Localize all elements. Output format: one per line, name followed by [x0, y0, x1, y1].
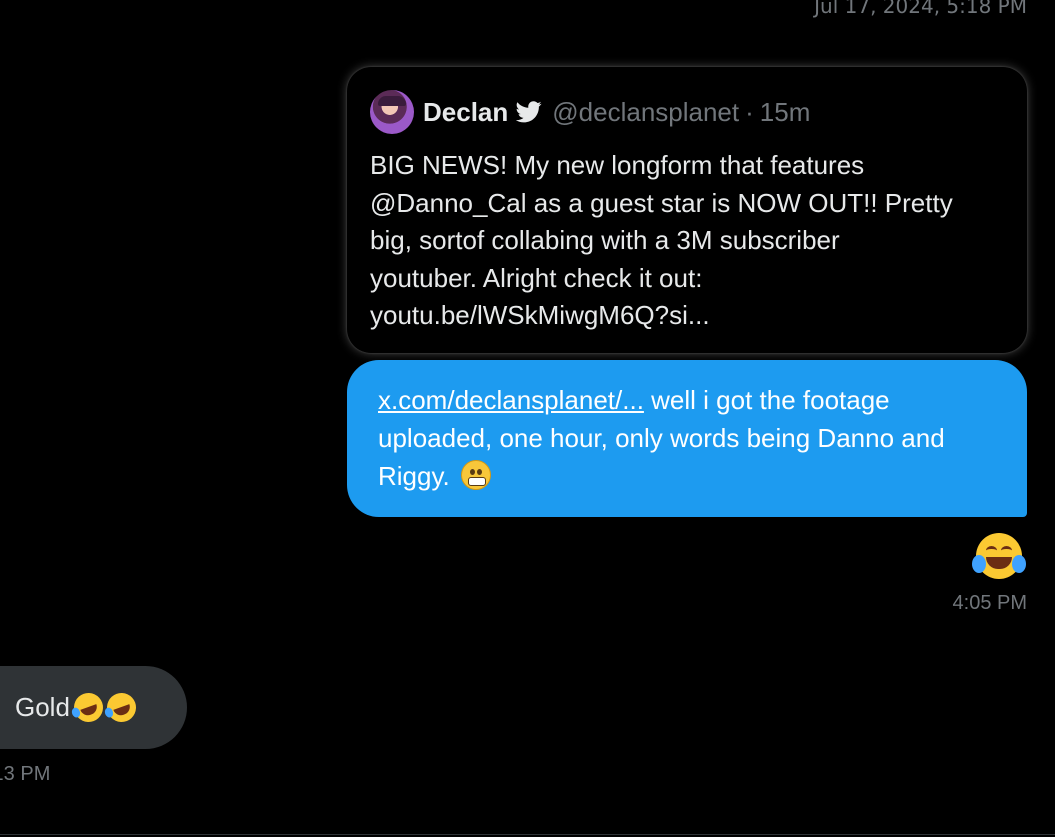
rolling-laughing-emoji-icon	[69, 688, 108, 727]
composer-divider	[0, 834, 1055, 835]
separator-dot: ·	[745, 96, 754, 127]
post-link[interactable]: x.com/declansplanet/...	[378, 385, 644, 415]
grimacing-face-emoji-icon	[461, 460, 491, 490]
message-reaction[interactable]	[972, 533, 1026, 579]
author-handle: @declansplanet	[552, 96, 740, 127]
quoted-post-text: BIG NEWS! My new longform that features …	[370, 150, 953, 330]
quoted-post-header: Declan @declansplanet · 15m	[370, 89, 1005, 135]
twitter-bird-icon	[516, 101, 542, 123]
post-age: 15m	[759, 96, 811, 127]
date-timestamp: Jul 17, 2024, 5:18 PM	[814, 0, 1027, 18]
rolling-laughing-emoji-icon	[102, 688, 141, 727]
quoted-post-card[interactable]: Declan @declansplanet · 15m BIG NEWS! My…	[347, 67, 1027, 353]
received-message-text: Gold	[15, 692, 70, 722]
tears-of-joy-emoji-icon	[972, 533, 1026, 579]
sent-message-bubble[interactable]: x.com/declansplanet/... well i got the f…	[347, 360, 1027, 517]
avatar[interactable]	[370, 90, 414, 134]
received-message-bubble[interactable]: Gold	[0, 666, 187, 749]
sent-message-time: 4:05 PM	[952, 592, 1027, 614]
dm-conversation: Jul 17, 2024, 5:18 PM Declan @declanspla…	[0, 0, 1055, 837]
author-name[interactable]: Declan	[423, 97, 508, 128]
received-message-time: :13 PM	[0, 763, 51, 785]
